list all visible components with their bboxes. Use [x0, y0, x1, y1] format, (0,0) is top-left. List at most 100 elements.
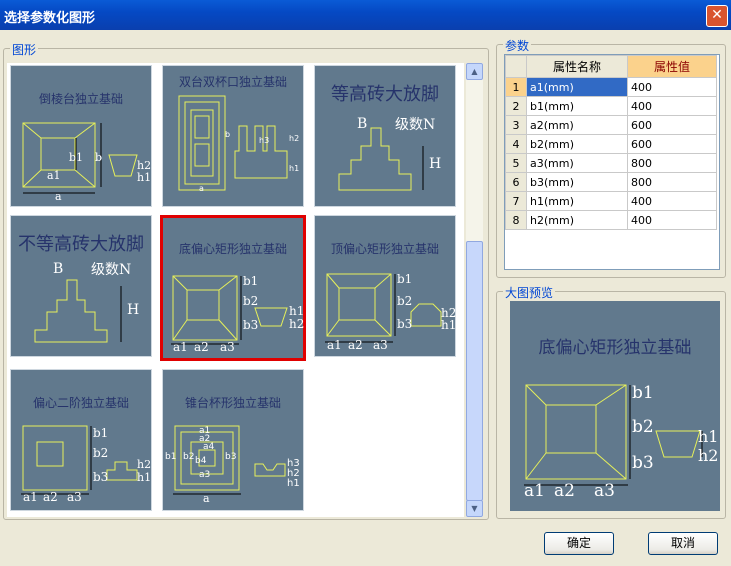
label-a4: a4 [203, 442, 215, 452]
label-b2: b2 [93, 446, 109, 460]
row-number-header [505, 55, 527, 78]
params-row[interactable]: 2 b1(mm) 400 [505, 96, 717, 116]
tile-frustum-cup-footing[interactable]: 锥台杯形独立基础 a1 a2 a3 a4 b1 b2 b3 b4 a h3 h2… [162, 369, 304, 511]
label-h1: h1 [137, 471, 152, 484]
cancel-button[interactable]: 取消 [648, 532, 718, 555]
label-b1: b1 [397, 272, 413, 286]
label-a3: a3 [67, 490, 82, 504]
param-name-cell[interactable]: a3(mm) [526, 153, 628, 173]
shapes-scrollbar[interactable]: ▲ ▼ [466, 63, 483, 517]
params-row[interactable]: 8 h2(mm) 400 [505, 210, 717, 230]
label-b: b [95, 151, 103, 164]
double-cup-footing-diagram [178, 95, 288, 191]
label-b1: b1 [632, 383, 654, 403]
label-b1: b1 [243, 274, 259, 288]
label-a2: a2 [194, 340, 209, 354]
scroll-thumb[interactable] [466, 241, 483, 501]
param-value-cell[interactable]: 400 [627, 77, 717, 97]
label-a3: a3 [199, 470, 211, 480]
label-a1: a1 [23, 490, 38, 504]
top-eccentric-footing-diagram [325, 273, 442, 343]
param-value-cell[interactable]: 600 [627, 134, 717, 154]
params-row[interactable]: 3 a2(mm) 600 [505, 115, 717, 135]
params-row[interactable]: 6 b3(mm) 800 [505, 172, 717, 192]
row-number: 4 [505, 134, 527, 154]
label-a1: a1 [327, 338, 342, 352]
row-number: 8 [505, 210, 527, 230]
param-value-cell[interactable]: 400 [627, 96, 717, 116]
close-icon[interactable]: ✕ [706, 5, 728, 27]
row-number: 6 [505, 172, 527, 192]
param-value-cell[interactable]: 800 [627, 172, 717, 192]
label-h1: h1 [698, 427, 719, 446]
label-a3: a3 [594, 481, 615, 501]
shapes-gallery: 倒棱台独立基础 b b1 a1 a h2 h1 双台双杯口独立基础 a b h2… [7, 63, 464, 517]
label-a1: a1 [47, 169, 61, 182]
tile-inverted-frustum-footing[interactable]: 倒棱台独立基础 b b1 a1 a h2 h1 [10, 65, 152, 207]
ok-button[interactable]: 确定 [544, 532, 614, 555]
label-h3: h3 [259, 136, 270, 145]
label-b3: b3 [632, 453, 654, 473]
label-b3: b3 [93, 470, 109, 484]
row-number: 3 [505, 115, 527, 135]
label-a2: a2 [554, 481, 575, 501]
scroll-up-icon[interactable]: ▲ [466, 63, 483, 80]
label-B: B [357, 116, 368, 132]
label-h2: h2 [289, 134, 300, 143]
label-b3: b3 [225, 452, 237, 462]
label-h2: h2 [137, 458, 152, 471]
row-number: 7 [505, 191, 527, 211]
param-value-cell[interactable]: 600 [627, 115, 717, 135]
label-b3: b3 [397, 317, 413, 331]
params-row[interactable]: 1 a1(mm) 400 [505, 77, 717, 97]
label-b2: b2 [397, 294, 413, 308]
label-b2: b2 [183, 452, 195, 462]
inverted-frustum-footing-diagram [22, 122, 138, 194]
param-value-cell[interactable]: 800 [627, 153, 717, 173]
label-H: H [127, 302, 140, 318]
label-a1: a1 [173, 340, 188, 354]
params-row[interactable]: 7 h1(mm) 400 [505, 191, 717, 211]
preview-diagram [524, 384, 703, 486]
param-name-cell[interactable]: b3(mm) [526, 172, 628, 192]
label-a: a [203, 492, 210, 505]
param-name-cell[interactable]: b1(mm) [526, 96, 628, 116]
param-name-cell[interactable]: h1(mm) [526, 191, 628, 211]
frustum-cup-footing-diagram [173, 425, 286, 495]
label-B: B [53, 261, 64, 277]
label-b2: b2 [243, 294, 259, 308]
label-a2: a2 [348, 338, 363, 352]
param-name-cell[interactable]: h2(mm) [526, 210, 628, 230]
params-group-label: 参数 [503, 37, 532, 54]
label-b1: b1 [93, 426, 109, 440]
tile-eccentric-two-step-footing[interactable]: 偏心二阶独立基础 b1 b2 b3 a1 a2 a3 h2 h1 [10, 369, 152, 511]
label-h1: h1 [287, 478, 300, 489]
label-b: b [225, 130, 231, 139]
param-value-cell[interactable]: 400 [627, 191, 717, 211]
tile-top-eccentric-footing[interactable]: 顶偏心矩形独立基础 b1 b2 b3 a1 a2 a3 h2 h1 [314, 215, 456, 357]
label-h1: h1 [441, 318, 457, 332]
column-header-name[interactable]: 属性名称 [526, 55, 628, 78]
label-a3: a3 [220, 340, 235, 354]
unequal-brick-footing-diagram [34, 279, 122, 343]
params-grid[interactable]: 属性名称 属性值 1 a1(mm) 400 2 b1(mm) 400 3 a2(mm) 60… [504, 54, 720, 270]
param-name-cell[interactable]: b2(mm) [526, 134, 628, 154]
tile-bottom-eccentric-footing[interactable]: 底偏心矩形独立基础 b1 b2 b3 a1 a2 a3 h1 h2 [160, 215, 306, 361]
params-row[interactable]: 5 a3(mm) 800 [505, 153, 717, 173]
label-H: H [429, 156, 442, 172]
shapes-group-label: 图形 [10, 41, 39, 58]
scroll-down-icon[interactable]: ▼ [466, 500, 483, 517]
param-name-cell[interactable]: a1(mm) [526, 77, 628, 97]
param-value-cell[interactable]: 400 [627, 210, 717, 230]
label-a1: a1 [524, 481, 545, 501]
params-table: 属性名称 属性值 1 a1(mm) 400 2 b1(mm) 400 3 a2(mm) 60… [505, 55, 717, 230]
preview-group-label: 大图预览 [503, 284, 556, 301]
tile-equal-brick-footing[interactable]: 等高砖大放脚 B 级数N H [314, 65, 456, 207]
params-row[interactable]: 4 b2(mm) 600 [505, 134, 717, 154]
tile-unequal-brick-footing[interactable]: 不等高砖大放脚 B 级数N H [10, 215, 152, 357]
large-preview: 底偏心矩形独立基础 b1 b2 b3 a1 a2 a3 h1 h2 [510, 301, 720, 511]
param-name-cell[interactable]: a2(mm) [526, 115, 628, 135]
tile-double-cup-footing[interactable]: 双台双杯口独立基础 a b h2 h1 h3 [162, 65, 304, 207]
column-header-value[interactable]: 属性值 [627, 55, 717, 78]
label-a3: a3 [373, 338, 388, 352]
